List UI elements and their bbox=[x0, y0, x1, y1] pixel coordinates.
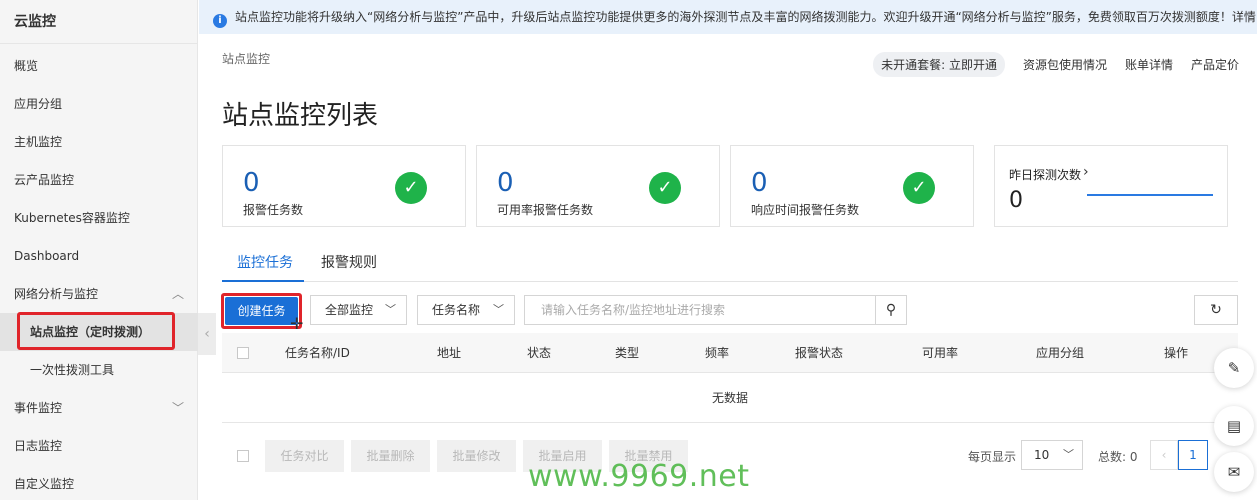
probe-value: 0 bbox=[1009, 188, 1023, 213]
stat-label: 可用率报警任务数 bbox=[497, 203, 594, 217]
sidebar-item-one-time-probe[interactable]: 一次性拨测工具 bbox=[0, 351, 198, 389]
cursor-icon: ✛ bbox=[290, 314, 304, 333]
refresh-icon[interactable]: ↻ bbox=[1194, 295, 1238, 325]
column-header: 可用率 bbox=[922, 346, 959, 360]
sidebar-item-dashboard[interactable]: Dashboard bbox=[0, 237, 198, 275]
stat-card-availability: 0 可用率报警任务数 ✓ bbox=[476, 145, 720, 227]
compare-tasks-button[interactable]: 任务对比 bbox=[265, 440, 344, 472]
notice-bar: i 站点监控功能将升级纳入“网络分析与监控”产品中，升级后站点监控功能提供更多的海… bbox=[199, 0, 1257, 34]
select-value: 全部监控 bbox=[325, 303, 374, 317]
usage-link[interactable]: 资源包使用情况 bbox=[1023, 56, 1107, 73]
page-title: 站点监控列表 bbox=[222, 101, 379, 131]
column-header: 应用分组 bbox=[1036, 346, 1085, 360]
stat-card-response-time: 0 响应时间报警任务数 ✓ bbox=[730, 145, 974, 227]
edit-icon[interactable]: ✎ bbox=[1214, 348, 1254, 388]
sidebar-item-kubernetes[interactable]: Kubernetes容器监控 bbox=[0, 199, 198, 237]
total-count: 总数: 0 bbox=[1098, 450, 1138, 464]
pricing-link[interactable]: 产品定价 bbox=[1191, 56, 1239, 73]
sidebar-item-network-analysis[interactable]: 网络分析与监控 ︿ bbox=[0, 275, 198, 313]
monitor-filter-select[interactable]: 全部监控 ﹀ bbox=[310, 295, 407, 325]
bill-link[interactable]: 账单详情 bbox=[1125, 56, 1173, 73]
field-filter-select[interactable]: 任务名称 ﹀ bbox=[417, 295, 515, 325]
batch-edit-button[interactable]: 批量修改 bbox=[437, 440, 516, 472]
stat-value: 0 bbox=[243, 168, 260, 198]
column-header: 状态 bbox=[527, 346, 552, 360]
chevron-down-icon: ﹀ bbox=[171, 401, 184, 415]
book-icon[interactable]: ▤ bbox=[1214, 406, 1254, 446]
sidebar-item-overview[interactable]: 概览 bbox=[0, 47, 198, 85]
empty-state: 无数据 bbox=[222, 373, 1238, 423]
breadcrumb[interactable]: 站点监控 bbox=[222, 50, 270, 67]
sidebar-title: 云监控 bbox=[0, 0, 197, 44]
column-header: 地址 bbox=[437, 346, 462, 360]
batch-delete-button[interactable]: 批量删除 bbox=[351, 440, 430, 472]
sidebar-item-label: 事件监控 bbox=[14, 401, 63, 415]
chevron-down-icon: ﹀ bbox=[493, 303, 504, 316]
page-number-button[interactable]: 1 bbox=[1178, 440, 1208, 470]
table-header: 任务名称/ID 地址 状态 类型 频率 报警状态 可用率 应用分组 操作 bbox=[222, 333, 1238, 373]
sidebar-item-label: 网络分析与监控 bbox=[14, 287, 99, 301]
chevron-down-icon: ﹀ bbox=[1063, 448, 1074, 461]
select-value: 10 bbox=[1034, 448, 1050, 462]
stat-card-probe-count[interactable]: 昨日探测次数 › 0 bbox=[994, 145, 1228, 227]
column-header: 任务名称/ID bbox=[285, 346, 350, 360]
tab-alarm-rules[interactable]: 报警规则 bbox=[321, 250, 391, 282]
select-all-checkbox-bottom[interactable] bbox=[237, 450, 249, 462]
chevron-right-icon[interactable]: › bbox=[1083, 164, 1089, 180]
sidebar-item-app-groups[interactable]: 应用分组 bbox=[0, 85, 198, 123]
chevron-up-icon: ︿ bbox=[171, 287, 184, 301]
sidebar-item-cloud-product[interactable]: 云产品监控 bbox=[0, 161, 198, 199]
info-icon: i bbox=[213, 14, 227, 28]
highlight-box bbox=[17, 312, 175, 350]
chat-icon[interactable]: ✉ bbox=[1214, 452, 1254, 492]
collapse-sidebar-icon[interactable]: ‹ bbox=[198, 313, 216, 355]
notice-text: 站点监控功能将升级纳入“网络分析与监控”产品中，升级后站点监控功能提供更多的海外… bbox=[235, 10, 1256, 24]
top-links: 未开通套餐: 立即开通 资源包使用情况 账单详情 产品定价 bbox=[873, 52, 1239, 77]
check-icon: ✓ bbox=[903, 172, 935, 204]
column-header: 频率 bbox=[705, 346, 730, 360]
trend-line bbox=[1087, 194, 1213, 196]
search-input[interactable]: 请输入任务名称/监控地址进行搜索 bbox=[524, 295, 876, 325]
search-icon[interactable]: ⚲ bbox=[875, 295, 907, 325]
sidebar-item-host-monitor[interactable]: 主机监控 bbox=[0, 123, 198, 161]
tab-monitor-tasks[interactable]: 监控任务 bbox=[222, 250, 304, 282]
check-icon: ✓ bbox=[649, 172, 681, 204]
chevron-down-icon: ﹀ bbox=[385, 303, 396, 316]
select-value: 任务名称 bbox=[432, 303, 481, 317]
per-page-label: 每页显示 bbox=[968, 450, 1017, 464]
probe-title: 昨日探测次数 bbox=[1009, 168, 1082, 182]
column-header: 操作 bbox=[1164, 346, 1189, 360]
prev-page-button[interactable]: ‹ bbox=[1150, 440, 1178, 470]
sidebar-item-event-monitor[interactable]: 事件监控 ﹀ bbox=[0, 389, 198, 427]
column-header: 报警状态 bbox=[795, 346, 844, 360]
stat-value: 0 bbox=[497, 168, 514, 198]
stat-value: 0 bbox=[751, 168, 768, 198]
watermark: www.9969.net bbox=[528, 459, 750, 494]
stat-card-alarm-tasks: 0 报警任务数 ✓ bbox=[222, 145, 466, 227]
page-size-select[interactable]: 10 ﹀ bbox=[1021, 440, 1083, 470]
stat-label: 响应时间报警任务数 bbox=[751, 203, 860, 217]
column-header: 类型 bbox=[615, 346, 640, 360]
sidebar-item-log-monitor[interactable]: 日志监控 bbox=[0, 427, 198, 465]
select-all-checkbox[interactable] bbox=[237, 347, 249, 359]
tab-bar: 监控任务 报警规则 bbox=[222, 250, 1238, 282]
check-icon: ✓ bbox=[395, 172, 427, 204]
package-link[interactable]: 未开通套餐: 立即开通 bbox=[873, 52, 1005, 77]
sidebar-item-custom-monitor[interactable]: 自定义监控 bbox=[0, 465, 198, 500]
stat-label: 报警任务数 bbox=[243, 203, 304, 217]
